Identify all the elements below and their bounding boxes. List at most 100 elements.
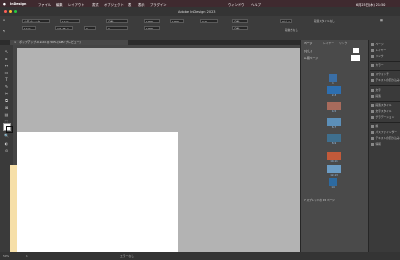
pages-icon	[371, 42, 374, 46]
menu-plugins[interactable]: プラグイン	[150, 2, 166, 7]
minimize-window-button[interactable]	[9, 10, 12, 13]
page-thumbnail[interactable]	[329, 74, 337, 82]
close-window-button[interactable]	[4, 10, 7, 13]
page-thumbnail[interactable]	[327, 102, 341, 110]
swatches-icon	[371, 72, 374, 76]
tab-layers[interactable]: レイヤー	[323, 41, 334, 45]
leading-field[interactable]: 12 Q	[22, 26, 36, 30]
dock-item-text-wrap-2[interactable]: テキストの回り込み	[371, 136, 400, 141]
page-thumbnail[interactable]	[327, 152, 341, 160]
menu-edit[interactable]: 編集	[56, 2, 63, 7]
zoom-tool-icon[interactable]: 🔍	[3, 133, 10, 138]
gradient-icon	[371, 115, 374, 119]
dock-item-gradient[interactable]: グラデーション	[371, 115, 400, 120]
dock-item-swatches[interactable]: スウォッチ	[371, 72, 400, 77]
type-tool-icon: A	[3, 18, 6, 22]
page-thumbnail[interactable]	[329, 178, 337, 186]
parent-page-thumb[interactable]	[351, 55, 360, 61]
dock-item-paragraph[interactable]: 段落	[371, 94, 400, 99]
document-page[interactable]	[17, 132, 178, 252]
menu-window[interactable]: ウィンドウ	[228, 2, 244, 7]
document-tab-close[interactable]: ×	[14, 40, 16, 44]
spread-label: 10-11	[330, 160, 338, 163]
paragraph-styles-icon	[371, 103, 374, 107]
spread-label: 1	[332, 82, 334, 85]
kerning-field[interactable]: 0	[106, 26, 128, 30]
none-master-thumb[interactable]	[353, 48, 359, 53]
apple-icon[interactable]: ●	[3, 2, 6, 6]
page-thumbnail[interactable]	[327, 134, 341, 142]
menu-layout[interactable]: レイアウト	[68, 2, 84, 7]
direct-selection-tool-icon[interactable]: ▸	[3, 56, 10, 61]
dock-item-text-wrap[interactable]: テキストの回り込み	[371, 78, 400, 83]
pen-tool-icon[interactable]: ✎	[3, 84, 10, 89]
links-icon	[371, 54, 374, 58]
dock-item-links[interactable]: リンク	[371, 54, 400, 59]
parent-page-label[interactable]: A-親ページ	[304, 56, 318, 60]
tab-links[interactable]: リンク	[339, 41, 347, 45]
zoom-window-button[interactable]	[14, 10, 17, 13]
dock-item-color[interactable]: カラー	[371, 63, 400, 68]
dock-divider	[370, 122, 400, 123]
menu-table[interactable]: 表	[128, 2, 131, 7]
menu-app[interactable]: InDesign	[10, 2, 26, 6]
selection-tool-icon[interactable]: ↖	[3, 49, 10, 54]
dock-divider	[370, 61, 400, 62]
auto-field-2[interactable]: 自動	[232, 19, 248, 23]
menu-file[interactable]: ファイル	[38, 2, 51, 7]
pages-panel: ページ レイヤー リンク [なし] A-親ページ 1 2-3 4-5 6-7 8…	[300, 40, 369, 252]
menu-help[interactable]: ヘルプ	[251, 2, 261, 7]
auto-field-3[interactable]: 自動	[232, 26, 248, 30]
auto-leading-field[interactable]: 自動	[106, 19, 128, 23]
menu-view[interactable]: 表示	[138, 2, 145, 7]
none-master-label[interactable]: [なし]	[304, 49, 312, 53]
paragraph-style-field[interactable]: [なし]	[280, 19, 292, 23]
horizontal-scale-field[interactable]: 100%	[144, 26, 160, 30]
apply-color-icon[interactable]: ◐	[3, 141, 10, 146]
page-thumbnail[interactable]	[327, 165, 341, 173]
gap-tool-icon[interactable]: ↔	[3, 63, 10, 68]
span-columns-label: 段抜きなし	[285, 29, 298, 32]
dock-item-info[interactable]: 情報	[371, 142, 400, 147]
dock-item-character-styles[interactable]: 文字スタイル	[371, 109, 400, 114]
tracking-field[interactable]: 0	[84, 26, 96, 30]
scissors-tool-icon[interactable]: ✂	[3, 91, 10, 96]
free-transform-icon[interactable]: ⧉	[3, 98, 10, 103]
tab-pages[interactable]: ページ	[304, 41, 312, 45]
vertical-scale-field[interactable]: 100%	[144, 19, 160, 23]
spread-label: 8-9	[331, 142, 337, 145]
character-icon	[371, 88, 374, 92]
window-title: Adobe InDesign 2023	[178, 9, 216, 14]
type-tool-icon-2[interactable]: T	[3, 77, 10, 82]
dock-item-stroke[interactable]: 線	[371, 124, 400, 129]
page-thumbnail[interactable]	[327, 86, 341, 94]
dock-item-pathfinder[interactable]: パスファインダー	[371, 130, 400, 135]
table-tool-icon[interactable]: ▤	[3, 112, 10, 117]
rectangle-frame-icon[interactable]: ⊠	[3, 105, 10, 110]
menu-object[interactable]: オブジェクト	[104, 2, 124, 7]
stroke-swatch[interactable]	[6, 126, 13, 133]
baseline-field[interactable]: 100%	[170, 19, 184, 23]
spread-label: 12-13	[330, 174, 338, 177]
dock-item-layers[interactable]: レイヤー	[371, 48, 400, 53]
skew-field[interactable]: 0 H	[200, 19, 218, 23]
pages-footer: 7 スプレッドの 15 ページ	[304, 199, 335, 202]
grid-icon[interactable]: ▦	[380, 18, 383, 22]
page-number[interactable]: 1	[26, 254, 28, 258]
font-family-field[interactable]: 小塚ゴシック	[22, 19, 50, 23]
spread-label: 14	[331, 186, 335, 189]
dock-item-character[interactable]: 文字	[371, 88, 400, 93]
paragraph-icon: ¶	[3, 29, 5, 33]
screen-mode-icon[interactable]: ⊙	[3, 148, 10, 153]
line-height-field[interactable]: (21.75 ≤	[55, 26, 73, 30]
preflight-status[interactable]: エラーなし	[120, 254, 134, 258]
paragraph-panel-icon	[371, 94, 374, 98]
content-collector-icon[interactable]: ▭	[3, 70, 10, 75]
dock-item-paragraph-styles[interactable]: 段落スタイル	[371, 103, 400, 108]
font-size-field[interactable]: 12 Q	[60, 19, 80, 23]
page-thumbnail[interactable]	[327, 118, 341, 126]
menu-type[interactable]: 書式	[92, 2, 99, 7]
dock-item-pages[interactable]: ページ	[371, 42, 400, 47]
dock-divider	[370, 85, 400, 86]
zoom-level[interactable]: 50%	[3, 254, 9, 258]
